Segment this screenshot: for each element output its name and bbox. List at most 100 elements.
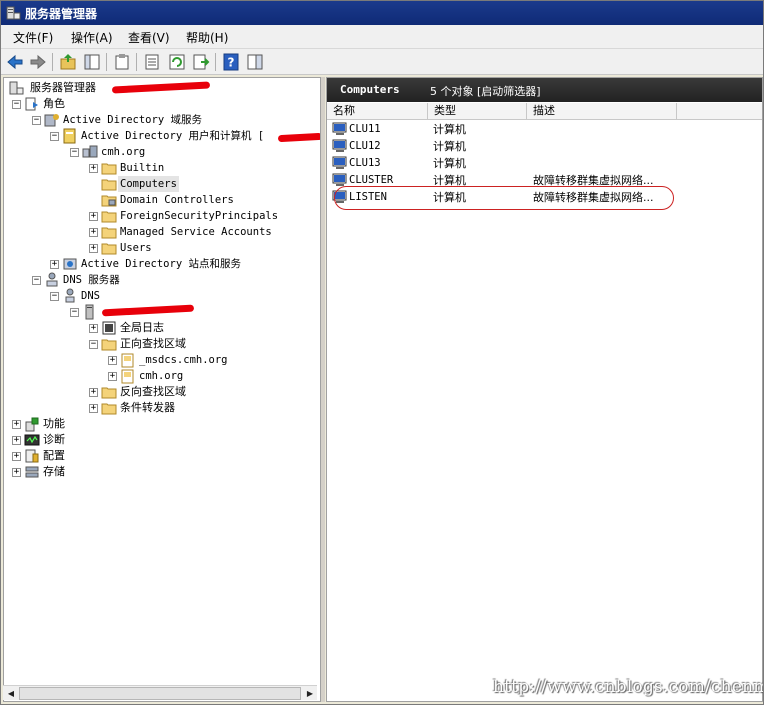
- menu-bar: 文件(F) 操作(A) 查看(V) 帮助(H): [1, 25, 763, 49]
- tree-node-computers[interactable]: Computers: [89, 176, 309, 192]
- scroll-left-arrow-icon[interactable]: ◀: [4, 687, 18, 700]
- title-bar[interactable]: 服务器管理器: [1, 1, 763, 25]
- collapse-toggle[interactable]: −: [32, 116, 41, 125]
- expand-toggle[interactable]: +: [89, 244, 98, 253]
- show-hide-action-pane-icon[interactable]: [245, 52, 265, 72]
- clipboard-icon[interactable]: [112, 52, 132, 72]
- dns-icon: [65, 288, 75, 303]
- tree-node-cmh-zone[interactable]: + cmh.org: [108, 368, 308, 384]
- pane-splitter[interactable]: [321, 77, 325, 702]
- scroll-right-arrow-icon[interactable]: ▶: [303, 687, 317, 700]
- tree-node-managed-service-accounts[interactable]: + Managed Service Accounts: [89, 224, 317, 240]
- tree-node-users[interactable]: + Users: [89, 240, 309, 256]
- menu-action[interactable]: 操作(A): [71, 29, 113, 46]
- zone-icon: [121, 369, 134, 384]
- table-row[interactable]: CLU13 计算机: [327, 155, 762, 172]
- diagnostics-icon: [24, 434, 40, 446]
- expand-toggle[interactable]: +: [12, 452, 21, 461]
- tree-node-diagnostics[interactable]: + 诊断: [12, 432, 212, 448]
- folder-icon: [101, 195, 117, 207]
- tree-label: cmh.org: [139, 370, 184, 382]
- expand-toggle[interactable]: +: [108, 356, 117, 365]
- tree-node-features[interactable]: + 功能: [12, 416, 212, 432]
- expand-toggle[interactable]: +: [108, 372, 117, 381]
- tree-label-selected: Computers: [118, 176, 179, 192]
- server-manager-icon: [9, 81, 24, 95]
- collapse-toggle[interactable]: −: [70, 308, 79, 317]
- tree-node-forward-lookup-zones[interactable]: − 正向查找区域: [89, 336, 309, 352]
- help-icon[interactable]: ?: [221, 52, 241, 72]
- column-header-description[interactable]: 描述: [527, 103, 677, 120]
- folder-icon: [101, 211, 117, 223]
- menu-view[interactable]: 查看(V): [128, 29, 170, 46]
- tree-label: ForeignSecurityPrincipals: [120, 210, 279, 222]
- computer-type: 计算机: [433, 140, 466, 153]
- tree-node-dns[interactable]: − DNS: [50, 288, 290, 304]
- roles-icon: [25, 97, 38, 111]
- folder-icon: [101, 403, 117, 415]
- tree-node-domain[interactable]: − cmh.org: [70, 144, 310, 160]
- scrollbar-thumb[interactable]: [19, 687, 301, 700]
- menu-help[interactable]: 帮助(H): [186, 29, 228, 46]
- table-row[interactable]: CLU12 计算机: [327, 138, 762, 155]
- tree-label: DNS: [81, 290, 100, 302]
- collapse-toggle[interactable]: −: [89, 340, 98, 349]
- event-log-icon: [102, 321, 116, 335]
- toolbar-separator: [215, 53, 216, 71]
- up-folder-icon[interactable]: [58, 52, 78, 72]
- collapse-toggle[interactable]: −: [70, 148, 79, 157]
- expand-toggle[interactable]: +: [89, 404, 98, 413]
- expand-toggle[interactable]: +: [12, 420, 21, 429]
- expand-toggle[interactable]: +: [89, 212, 98, 221]
- ad-sites-icon: [63, 258, 77, 270]
- toolbar: ?: [1, 49, 763, 75]
- tree-node-roles[interactable]: − 角色: [12, 96, 312, 112]
- forward-arrow-icon[interactable]: [28, 52, 48, 72]
- expand-toggle[interactable]: +: [12, 468, 21, 477]
- tree-label: Active Directory 用户和计算机 [: [81, 130, 265, 142]
- ad-users-computers-icon: [63, 128, 76, 144]
- toolbar-separator: [52, 53, 53, 71]
- show-hide-tree-icon[interactable]: [82, 52, 102, 72]
- folder-icon: [101, 179, 117, 191]
- console-tree[interactable]: 服务器管理器 − 角色 − Active Directory 域服务 − Act…: [3, 77, 321, 702]
- server-manager-window: 服务器管理器 文件(F) 操作(A) 查看(V) 帮助(H) ? 服务器管理器 …: [0, 0, 764, 705]
- tree-node-msdcs-zone[interactable]: + _msdcs.cmh.org: [108, 352, 308, 368]
- tree-label: 配置: [43, 449, 65, 462]
- expand-toggle[interactable]: +: [12, 436, 21, 445]
- collapse-toggle[interactable]: −: [32, 276, 41, 285]
- tree-node-builtin[interactable]: + Builtin: [89, 160, 309, 176]
- tree-node-dns-server[interactable]: − DNS 服务器: [32, 272, 292, 288]
- expand-toggle[interactable]: +: [89, 324, 98, 333]
- watermark-url: http://www.cnblogs.com/chenmh/: [493, 677, 764, 697]
- column-header-type[interactable]: 类型: [428, 103, 527, 120]
- collapse-toggle[interactable]: −: [50, 292, 59, 301]
- expand-toggle[interactable]: +: [89, 388, 98, 397]
- properties-icon[interactable]: [142, 52, 162, 72]
- collapse-toggle[interactable]: −: [12, 100, 21, 109]
- menu-file[interactable]: 文件(F): [13, 29, 53, 46]
- dns-server-icon: [46, 272, 58, 287]
- export-list-icon[interactable]: [191, 52, 211, 72]
- tree-node-ad-ds[interactable]: − Active Directory 域服务: [32, 112, 312, 128]
- back-arrow-icon[interactable]: [5, 52, 25, 72]
- tree-node-conditional-forwarders[interactable]: + 条件转发器: [89, 400, 309, 416]
- expand-toggle[interactable]: +: [50, 260, 59, 269]
- column-header-name[interactable]: 名称: [327, 103, 428, 120]
- tree-horizontal-scrollbar[interactable]: ◀ ▶: [3, 685, 317, 700]
- tree-node-configuration[interactable]: + 配置: [12, 448, 212, 464]
- expand-toggle[interactable]: +: [89, 228, 98, 237]
- tree-node-ad-sites-services[interactable]: + Active Directory 站点和服务: [50, 256, 312, 272]
- tree-label: Builtin: [120, 162, 165, 174]
- storage-icon: [25, 466, 39, 478]
- refresh-icon[interactable]: [167, 52, 187, 72]
- tree-node-foreign-security-principals[interactable]: + ForeignSecurityPrincipals: [89, 208, 317, 224]
- tree-node-domain-controllers[interactable]: Domain Controllers: [89, 192, 309, 208]
- tree-node-storage[interactable]: + 存储: [12, 464, 212, 480]
- tree-node-reverse-lookup-zones[interactable]: + 反向查找区域: [89, 384, 309, 400]
- tree-label: cmh.org: [101, 146, 146, 158]
- tree-node-global-logs[interactable]: + 全局日志: [89, 320, 309, 336]
- collapse-toggle[interactable]: −: [50, 132, 59, 141]
- expand-toggle[interactable]: +: [89, 164, 98, 173]
- table-row[interactable]: CLU11 计算机: [327, 121, 762, 138]
